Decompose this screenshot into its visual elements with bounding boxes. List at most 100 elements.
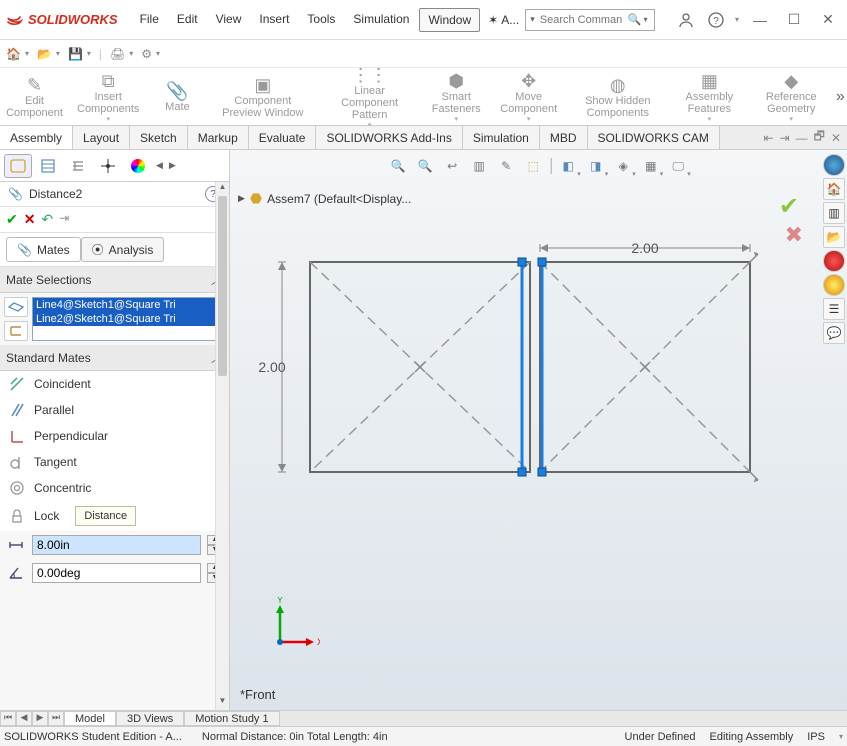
minimize-button[interactable]: — xyxy=(747,7,773,33)
print-icon[interactable]: 🖨 xyxy=(110,47,125,61)
menu-edit[interactable]: Edit xyxy=(169,8,206,32)
left-panel-scrollbar[interactable]: ▲ ▼ xyxy=(215,182,229,710)
ribbon-insert-components[interactable]: ⧉Insert Components▾ xyxy=(69,68,147,125)
search-input[interactable] xyxy=(538,13,628,27)
tab-dim-expert[interactable] xyxy=(94,154,122,178)
tab-assembly[interactable]: Assembly xyxy=(0,126,73,149)
tab-layout[interactable]: Layout xyxy=(73,126,130,149)
open-icon[interactable]: 📂 xyxy=(37,47,52,61)
tab-scroll-left-icon[interactable]: ◀ xyxy=(16,711,32,726)
confirm-cancel-icon[interactable]: ✖ xyxy=(785,222,803,248)
ok-button[interactable]: ✔ xyxy=(6,211,18,228)
status-chevron-icon[interactable]: ▾ xyxy=(839,732,843,741)
selection-item[interactable]: Line2@Sketch1@Square Tri xyxy=(33,312,224,326)
search-icon[interactable]: 🔍 xyxy=(628,13,642,26)
ribbon-component-preview[interactable]: ▣Component Preview Window xyxy=(207,68,318,125)
ribbon-move-component[interactable]: ✥Move Component▾ xyxy=(492,68,566,125)
distance-input[interactable] xyxy=(32,535,201,555)
confirm-ok-icon[interactable]: ✔ xyxy=(779,192,799,221)
ribbon-smart-fasteners[interactable]: ⬢Smart Fasteners▾ xyxy=(421,68,492,125)
bottom-tab-model[interactable]: Model xyxy=(64,711,116,726)
design-library-icon[interactable]: 🏠 xyxy=(823,178,845,200)
scroll-up-icon[interactable]: ▲ xyxy=(216,182,229,196)
forum-icon[interactable]: ☰ xyxy=(823,298,845,320)
custom-properties-icon[interactable] xyxy=(823,274,845,296)
mate-perpendicular[interactable]: Perpendicular xyxy=(0,423,229,449)
ribbon-overflow[interactable]: » xyxy=(834,68,847,125)
dynamic-annotation-icon[interactable]: ✎ xyxy=(494,154,518,178)
scroll-thumb[interactable] xyxy=(218,196,227,376)
tile-left-icon[interactable]: ⇤ xyxy=(764,131,774,145)
tab-nav-right[interactable]: ▶ xyxy=(167,160,178,171)
tab-config-manager[interactable] xyxy=(64,154,92,178)
tab-scroll-last-icon[interactable]: ⏭ xyxy=(48,711,64,726)
tile-right-icon[interactable]: ⇥ xyxy=(780,131,790,145)
ribbon-show-hidden[interactable]: ◍Show Hidden Components xyxy=(566,68,670,125)
ribbon-reference-geometry[interactable]: ◆Reference Geometry▾ xyxy=(749,68,834,125)
bottom-tab-motion-study[interactable]: Motion Study 1 xyxy=(184,711,279,726)
menu-simulation[interactable]: Simulation xyxy=(345,8,417,32)
menu-file[interactable]: File xyxy=(132,8,167,32)
pm-tab-mates[interactable]: 📎Mates xyxy=(6,237,81,262)
selection-item[interactable]: Line4@Sketch1@Square Tri xyxy=(33,298,224,312)
feature-tree-flyout[interactable]: ▶ ⬣ Assem7 (Default<Display... xyxy=(238,190,411,207)
cancel-button[interactable]: ✕ xyxy=(24,211,36,228)
tab-feature-tree[interactable] xyxy=(4,154,32,178)
chevron-down-icon[interactable]: ▾ xyxy=(735,15,739,24)
pin-button[interactable]: ⇥ xyxy=(59,211,69,228)
tab-simulation[interactable]: Simulation xyxy=(463,126,540,149)
ribbon-assembly-features[interactable]: ▦Assembly Features▾ xyxy=(670,68,749,125)
status-units[interactable]: IPS xyxy=(807,731,825,743)
previous-view-icon[interactable]: ↩ xyxy=(440,154,464,178)
tab-addins[interactable]: SOLIDWORKS Add-Ins xyxy=(316,126,462,149)
undo-button[interactable]: ↶ xyxy=(41,211,53,228)
title-extra[interactable]: ✶ A... xyxy=(488,13,519,27)
user-icon[interactable] xyxy=(675,9,697,31)
appearances-icon[interactable] xyxy=(823,250,845,272)
menu-view[interactable]: View xyxy=(208,8,250,32)
section-view-icon[interactable]: ▥ xyxy=(467,154,491,178)
bottom-tab-3dviews[interactable]: 3D Views xyxy=(116,711,184,726)
file-explorer-icon[interactable]: ▥ xyxy=(823,202,845,224)
menu-window[interactable]: Window xyxy=(419,8,480,32)
tab-nav-left[interactable]: ◀ xyxy=(154,160,165,171)
mate-coincident[interactable]: Coincident xyxy=(0,371,229,397)
close-panel-icon[interactable]: ✕ xyxy=(831,131,841,145)
angle-input[interactable] xyxy=(32,563,201,583)
tab-cam[interactable]: SOLIDWORKS CAM xyxy=(588,126,720,149)
orientation-triad[interactable]: Y X xyxy=(260,597,320,660)
tab-mbd[interactable]: MBD xyxy=(540,126,588,149)
settings-gear-icon[interactable]: ⚙ xyxy=(141,47,152,61)
distance-icon[interactable] xyxy=(6,535,26,555)
ribbon-mate[interactable]: 📎Mate xyxy=(147,68,207,125)
selection-list[interactable]: Line4@Sketch1@Square Tri Line2@Sketch1@S… xyxy=(32,297,225,341)
view-palette-icon[interactable]: 📂 xyxy=(823,226,845,248)
ribbon-linear-pattern[interactable]: ⋮⋮Linear Component Pattern▾ xyxy=(318,68,421,125)
menu-tools[interactable]: Tools xyxy=(299,8,343,32)
zoom-fit-icon[interactable]: 🔍 xyxy=(386,154,410,178)
menu-insert[interactable]: Insert xyxy=(251,8,297,32)
ribbon-edit-component[interactable]: ✎Edit Component xyxy=(0,68,69,125)
tab-markup[interactable]: Markup xyxy=(188,126,249,149)
cam-icon[interactable]: 💬 xyxy=(823,322,845,344)
mate-selections-header[interactable]: Mate Selections ︿ xyxy=(0,267,229,293)
angle-icon[interactable] xyxy=(6,563,26,583)
zoom-area-icon[interactable]: 🔍 xyxy=(413,154,437,178)
scroll-down-icon[interactable]: ▼ xyxy=(216,696,229,710)
selection-filter-faces[interactable] xyxy=(4,297,28,317)
tab-sketch[interactable]: Sketch xyxy=(130,126,188,149)
standard-mates-header[interactable]: Standard Mates ︿ xyxy=(0,345,229,371)
solidworks-resources-icon[interactable] xyxy=(823,154,845,176)
tab-scroll-right-icon[interactable]: ▶ xyxy=(32,711,48,726)
mate-tangent[interactable]: Tangent xyxy=(0,449,229,475)
chevron-down-icon[interactable]: ▾ xyxy=(643,15,647,24)
help-icon[interactable]: ? xyxy=(705,9,727,31)
tab-property-manager[interactable] xyxy=(34,154,62,178)
maximize-button[interactable]: ☐ xyxy=(781,7,807,33)
minimize-panel-icon[interactable]: — xyxy=(796,131,808,145)
mate-concentric[interactable]: Concentric xyxy=(0,475,229,501)
home-icon[interactable]: 🏠 xyxy=(6,47,21,61)
save-icon[interactable]: 💾 xyxy=(68,47,83,61)
graphics-viewport[interactable]: 🔍 🔍 ↩ ▥ ✎ ⬚ ◧▾ ◨▾ ◈▾ ▦▾ 🖵▾ ▶ ⬣ Assem7 (D… xyxy=(230,150,847,710)
expand-icon[interactable]: ▶ xyxy=(238,193,245,204)
